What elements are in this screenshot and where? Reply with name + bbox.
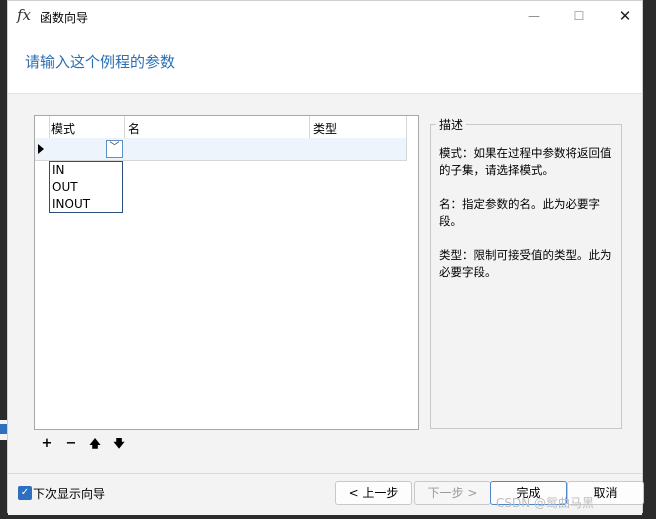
show-wizard-label[interactable]: 下次显示向导 [33, 485, 105, 502]
page-title: 请输入这个例程的参数 [25, 53, 176, 71]
parameter-grid[interactable]: 模式 名 类型 ﹀ IN OUT INOUT [34, 115, 419, 430]
column-header-mode[interactable]: 模式 [51, 120, 75, 137]
move-up-icon[interactable]: 🡅 [88, 436, 102, 452]
show-wizard-checkbox[interactable]: ✓ [18, 486, 32, 500]
function-wizard-dialog: fx 函数向导 — ☐ ✕ 请输入这个例程的参数 模式 名 类型 ﹀ IN OU… [7, 0, 644, 515]
dropdown-option-inout[interactable]: INOUT [50, 196, 122, 213]
chevron-down-icon: ﹀ [109, 142, 120, 153]
row-header-column [35, 116, 50, 138]
column-header-type[interactable]: 类型 [313, 120, 337, 137]
wizard-body: 模式 名 类型 ﹀ IN OUT INOUT 模式：如果在过程中参数将返回值的子… [8, 93, 642, 474]
prev-button[interactable]: < 上一步 [335, 481, 412, 505]
description-groupbox: 模式：如果在过程中参数将返回值的子集，请选择模式。 名：指定参数的名。此为必要字… [430, 124, 622, 429]
description-legend: 描述 [436, 116, 467, 133]
next-button[interactable]: 下一步 > [414, 481, 491, 505]
move-down-icon[interactable]: 🡇 [112, 436, 126, 452]
title-bar: fx 函数向导 — ☐ ✕ [8, 1, 642, 31]
background-checkbox [0, 424, 7, 434]
maximize-button[interactable]: ☐ [565, 5, 593, 27]
table-row[interactable] [35, 138, 406, 161]
dropdown-option-out[interactable]: OUT [50, 179, 122, 196]
window-title: 函数向导 [40, 11, 89, 25]
minimize-button[interactable]: — [520, 5, 548, 27]
close-button[interactable]: ✕ [611, 5, 639, 27]
column-divider [406, 116, 407, 161]
dropdown-option-in[interactable]: IN [50, 162, 122, 179]
description-text: 模式：如果在过程中参数将返回值的子集，请选择模式。 名：指定参数的名。此为必要字… [439, 146, 612, 279]
mode-dropdown-list: IN OUT INOUT [49, 161, 123, 213]
function-icon: fx [17, 6, 32, 24]
current-row-pointer-icon [38, 144, 44, 154]
remove-parameter-icon[interactable]: − [64, 436, 78, 452]
wizard-header: 请输入这个例程的参数 [8, 31, 642, 93]
watermark: CSDN @鸳曲马黑 [496, 496, 595, 510]
mode-dropdown-button[interactable]: ﹀ [106, 140, 123, 158]
grid-header: 模式 名 类型 [35, 116, 406, 139]
column-header-name[interactable]: 名 [128, 120, 140, 137]
add-parameter-icon[interactable]: + [40, 436, 54, 452]
